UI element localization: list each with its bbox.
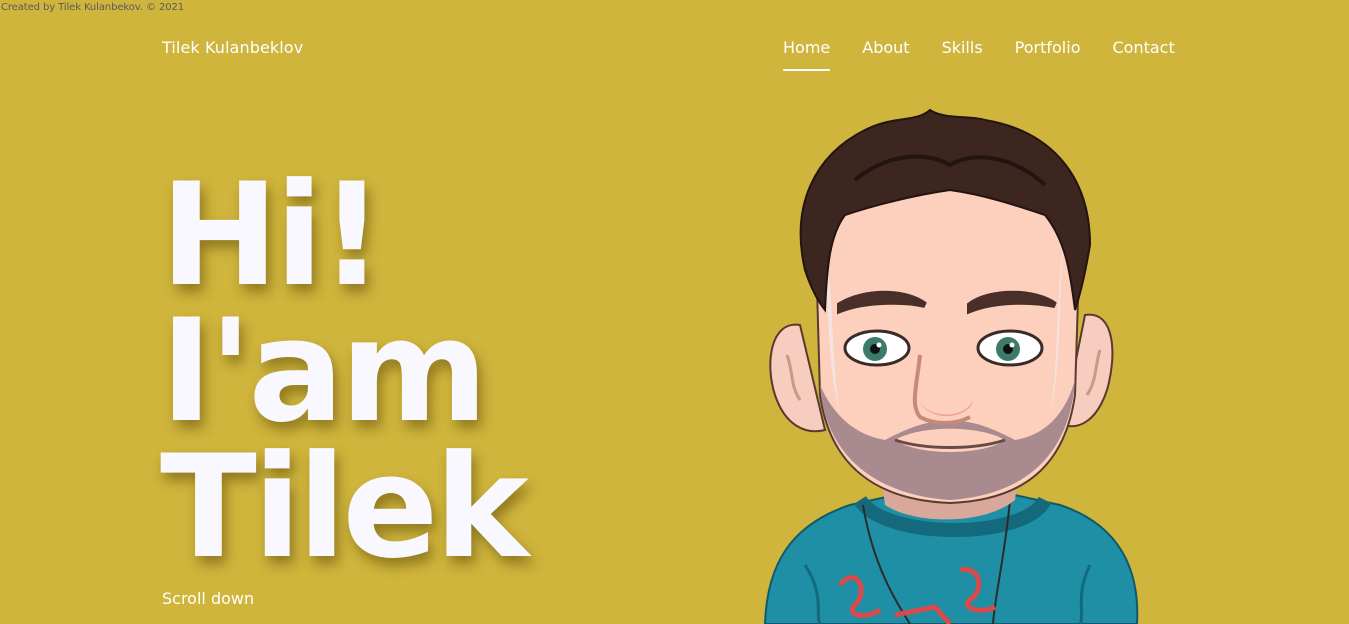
page: Created by Tilek Kulanbekov. © 2021 Tile… <box>0 0 1349 624</box>
nav-home-link[interactable]: Home <box>783 38 831 71</box>
site-brand-link[interactable]: Tilek Kulanbeklov <box>162 38 303 57</box>
hero-line-3: Tilek <box>160 425 529 590</box>
hero-line-2: I'am <box>160 289 488 454</box>
nav-about-link[interactable]: About <box>862 38 909 71</box>
hero-heading: Hi! I'am Tilek <box>160 153 529 590</box>
copyright-credit: Created by Tilek Kulanbekov. © 2021 <box>1 2 184 13</box>
nav-skills-link[interactable]: Skills <box>942 38 983 71</box>
cartoon-avatar-image <box>763 108 1139 624</box>
nav-contact-link[interactable]: Contact <box>1112 38 1174 71</box>
scroll-down-link[interactable]: Scroll down <box>162 589 254 608</box>
hero-line-1: Hi! <box>160 153 384 318</box>
main-navigation: Home About Skills Portfolio Contact <box>783 38 1175 71</box>
nav-portfolio-link[interactable]: Portfolio <box>1015 38 1081 71</box>
